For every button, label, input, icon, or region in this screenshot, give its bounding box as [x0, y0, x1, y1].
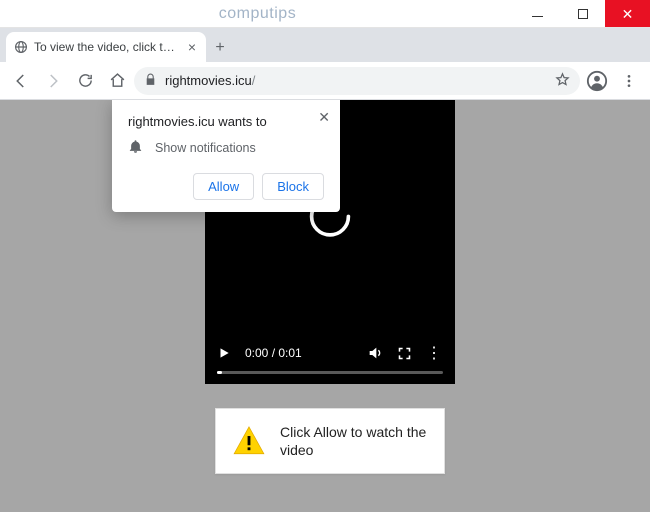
page-content: 0:00 / 0:01 ⋮ Click Allow to watch the v… [0, 100, 650, 512]
window-maximize-button[interactable] [560, 0, 605, 27]
notification-permission-popup: ✕ rightmovies.icu wants to Show notifica… [112, 100, 340, 212]
reload-button[interactable] [70, 66, 100, 96]
bell-icon [128, 139, 143, 157]
popup-permission-row: Show notifications [128, 139, 324, 157]
allow-button[interactable]: Allow [193, 173, 254, 200]
browser-toolbar: rightmovies.icu/ [0, 62, 650, 100]
home-button[interactable] [102, 66, 132, 96]
window-close-button[interactable]: ✕ [605, 0, 650, 27]
browser-menu-icon[interactable] [614, 66, 644, 96]
banner-text: Click Allow to watch the video [280, 423, 428, 459]
lock-icon[interactable] [144, 73, 157, 89]
titlebar-watermark: computips [0, 0, 515, 27]
forward-button[interactable] [38, 66, 68, 96]
popup-origin-line: rightmovies.icu wants to [128, 114, 324, 129]
video-time: 0:00 / 0:01 [245, 346, 302, 360]
globe-icon [14, 40, 28, 54]
url-path: / [252, 73, 256, 88]
window-minimize-button[interactable] [515, 0, 560, 27]
url-text: rightmovies.icu/ [165, 73, 547, 88]
tab-title: To view the video, click the Allow [34, 40, 180, 54]
video-more-icon[interactable]: ⋮ [426, 343, 443, 363]
video-progress-bar[interactable] [217, 371, 443, 374]
window-titlebar: computips ✕ [0, 0, 650, 28]
new-tab-button[interactable]: + [206, 34, 234, 62]
profile-avatar-icon[interactable] [582, 66, 612, 96]
warning-icon [232, 424, 266, 458]
url-host: rightmovies.icu [165, 73, 252, 88]
address-bar[interactable]: rightmovies.icu/ [134, 67, 580, 95]
fullscreen-icon[interactable] [397, 346, 412, 361]
watermark-text: computips [219, 5, 296, 23]
tab-strip: To view the video, click the Allow × + [0, 28, 650, 62]
back-button[interactable] [6, 66, 36, 96]
allow-banner: Click Allow to watch the video [215, 408, 445, 474]
block-button[interactable]: Block [262, 173, 324, 200]
browser-tab[interactable]: To view the video, click the Allow × [6, 32, 206, 62]
volume-icon[interactable] [367, 345, 383, 361]
video-controls: 0:00 / 0:01 ⋮ [205, 335, 455, 384]
play-button-icon[interactable] [217, 346, 231, 360]
tab-close-icon[interactable]: × [186, 39, 198, 55]
popup-permission-label: Show notifications [155, 141, 256, 155]
popup-close-icon[interactable]: ✕ [318, 110, 330, 124]
bookmark-star-icon[interactable] [555, 72, 570, 90]
